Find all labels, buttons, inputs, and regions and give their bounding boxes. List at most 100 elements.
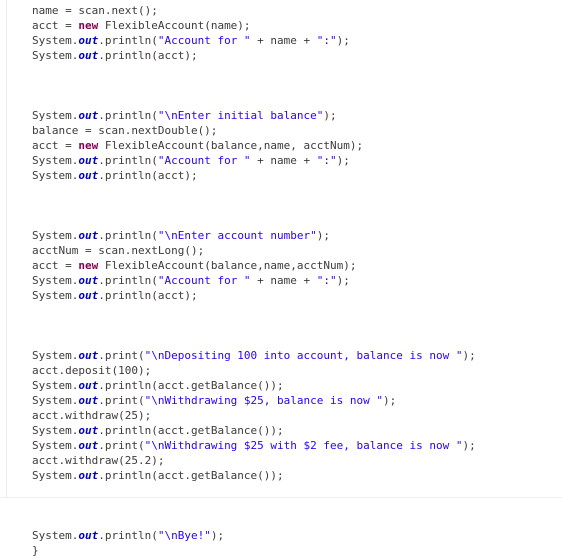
code-token-plain: .println( [98, 274, 158, 287]
code-listing-page: name = scan.next(); acct = new FlexibleAc… [0, 0, 562, 557]
code-token-plain: .println( [98, 34, 158, 47]
code-token-plain: System. [32, 529, 79, 542]
code-line: System.out.print("\nWithdrawing $25 with… [32, 438, 476, 453]
code-token-plain: acct = [32, 19, 79, 32]
code-line: acctNum = scan.nextLong(); [32, 243, 476, 258]
code-token-plain: System. [32, 469, 79, 482]
code-token-string: "Account for " [157, 34, 251, 47]
code-token-string: "\nEnter initial balance" [157, 109, 324, 122]
code-token-keyword: new [78, 19, 99, 32]
code-line: System.out.println("\nBye!"); [32, 528, 476, 543]
code-token-plain: + name + [250, 274, 317, 287]
code-token-plain: .println(acct); [98, 289, 198, 302]
code-line: System.out.println("Account for " + name… [32, 33, 476, 48]
code-token-field: out [78, 529, 99, 542]
code-token-field: out [78, 379, 99, 392]
code-token-field: out [78, 439, 99, 452]
code-line: System.out.println("Account for " + name… [32, 273, 476, 288]
code-token-field: out [78, 49, 99, 62]
code-token-plain: System. [32, 229, 79, 242]
code-token-plain: .print( [98, 349, 145, 362]
code-token-field: out [78, 469, 99, 482]
code-token-plain: + name + [250, 34, 317, 47]
code-token-string: "Account for " [157, 274, 251, 287]
code-token-plain: acct = [32, 259, 79, 272]
code-token-plain: name = scan.next(); [32, 4, 158, 17]
code-line: acct = new FlexibleAccount(name); [32, 18, 476, 33]
code-token-keyword: new [78, 259, 99, 272]
code-token-plain: acctNum = scan.nextLong(); [32, 244, 205, 257]
code-line: System.out.print("\nWithdrawing $25, bal… [32, 393, 476, 408]
code-token-field: out [78, 109, 99, 122]
code-line: System.out.println(acct); [32, 48, 476, 63]
code-token-plain: System. [32, 379, 79, 392]
code-token-plain: ); [336, 34, 350, 47]
code-token-field: out [78, 424, 99, 437]
code-token-string: "\nWithdrawing $25, balance is now " [144, 394, 384, 407]
code-line: acct = new FlexibleAccount(balance,name,… [32, 258, 476, 273]
code-line: name = scan.next(); [32, 3, 476, 18]
code-token-plain: System. [32, 439, 79, 452]
code-token-string: "\nWithdrawing $25 with $2 fee, balance … [144, 439, 463, 452]
code-token-field: out [78, 349, 99, 362]
code-token-string: "\nDepositing 100 into account, balance … [144, 349, 463, 362]
code-token-plain: System. [32, 424, 79, 437]
code-token-string: "Account for " [157, 154, 251, 167]
code-token-plain: acct.withdraw(25.2); [32, 454, 165, 467]
code-token-plain: .println(acct); [98, 49, 198, 62]
code-token-plain: System. [32, 34, 79, 47]
code-token-plain: System. [32, 154, 79, 167]
code-token-plain: FlexibleAccount(balance,name,acctNum); [98, 259, 357, 272]
code-token-plain: FlexibleAccount(balance,name, acctNum); [98, 139, 364, 152]
code-token-plain: .println(acct.getBalance()); [98, 424, 284, 437]
code-token-plain: + name + [250, 154, 317, 167]
code-token-plain: ); [336, 274, 350, 287]
code-token-field: out [78, 154, 99, 167]
code-token-plain: ); [383, 394, 397, 407]
code-token-plain: .println( [98, 229, 158, 242]
code-token-field: out [78, 394, 99, 407]
code-token-field: out [78, 274, 99, 287]
code-token-plain: .print( [98, 439, 145, 452]
code-line: System.out.println(acct.getBalance()); [32, 423, 476, 438]
code-token-plain: System. [32, 109, 79, 122]
code-line: balance = scan.nextDouble(); [32, 123, 476, 138]
code-token-field: out [78, 229, 99, 242]
code-token-plain: ); [336, 154, 350, 167]
java-code-block[interactable]: name = scan.next(); acct = new FlexibleAc… [32, 3, 476, 558]
code-line: System.out.println(acct.getBalance()); [32, 378, 476, 393]
code-line: } [32, 543, 476, 558]
code-line: System.out.println("\nEnter initial bala… [32, 108, 476, 123]
code-line: System.out.println(acct); [32, 168, 476, 183]
code-token-plain: ); [210, 529, 225, 542]
code-token-keyword: new [78, 139, 99, 152]
code-line: System.out.println(acct); [32, 288, 476, 303]
code-token-plain: balance = scan.nextDouble(); [32, 124, 218, 137]
code-token-string: ":" [316, 34, 337, 47]
code-line: System.out.println("Account for " + name… [32, 153, 476, 168]
code-token-plain: ); [462, 439, 476, 452]
code-line: System.out.print("\nDepositing 100 into … [32, 348, 476, 363]
code-token-plain: .println( [98, 529, 158, 542]
code-token-plain: System. [32, 394, 79, 407]
code-line: acct.withdraw(25); [32, 408, 476, 423]
code-token-plain: } [32, 544, 39, 557]
code-line: System.out.println("\nEnter account numb… [32, 228, 476, 243]
code-token-plain: System. [32, 289, 79, 302]
code-token-plain: ); [462, 349, 476, 362]
code-token-plain: ); [323, 109, 337, 122]
code-token-plain: .print( [98, 394, 145, 407]
code-token-plain: acct = [32, 139, 79, 152]
code-token-plain: acct.withdraw(25); [32, 409, 152, 422]
